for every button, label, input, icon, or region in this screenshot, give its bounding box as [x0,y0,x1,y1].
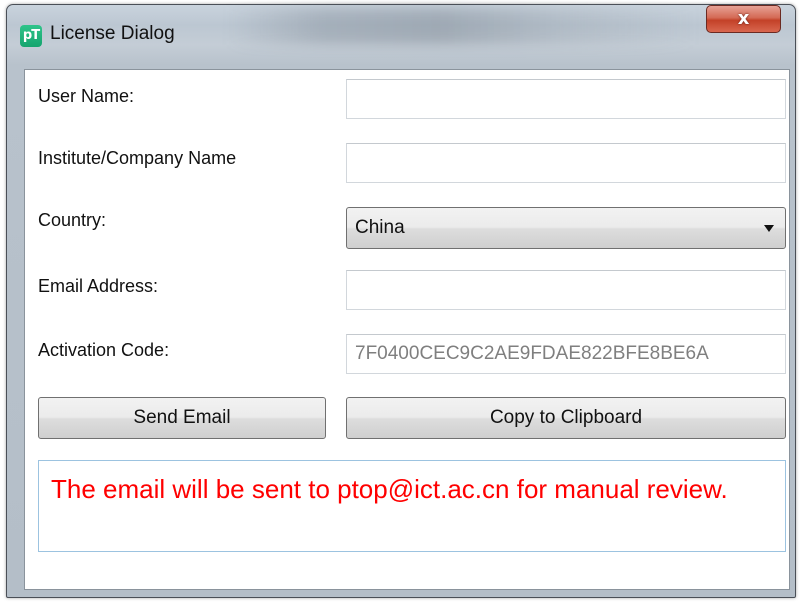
window-title: License Dialog [50,23,175,44]
send-email-button[interactable]: Send Email [38,397,326,439]
message-box: The email will be sent to ptop@ict.ac.cn… [38,460,786,552]
user-name-label: User Name: [38,86,135,106]
app-icon: pT [20,25,42,47]
institute-input[interactable] [346,143,786,183]
message-text: The email will be sent to ptop@ict.ac.cn… [51,474,728,504]
copy-to-clipboard-button[interactable]: Copy to Clipboard [346,397,786,439]
close-button[interactable]: x [706,5,781,33]
user-name-input[interactable] [346,79,786,119]
institute-label: Institute/Company Name [38,148,237,168]
chevron-down-icon [764,225,774,232]
country-selected-value: China [355,217,405,238]
screen: pT License Dialog x User Name: Institute… [0,0,800,605]
email-input[interactable] [346,270,786,310]
activation-code-label: Activation Code: [38,340,170,360]
activation-code-field[interactable]: 7F0400CEC9C2AE9FDAE822BFE8BE6A [346,334,786,374]
email-label: Email Address: [38,276,159,296]
titlebar-background [227,7,697,45]
country-select[interactable]: China [346,207,786,249]
country-label: Country: [38,210,107,230]
